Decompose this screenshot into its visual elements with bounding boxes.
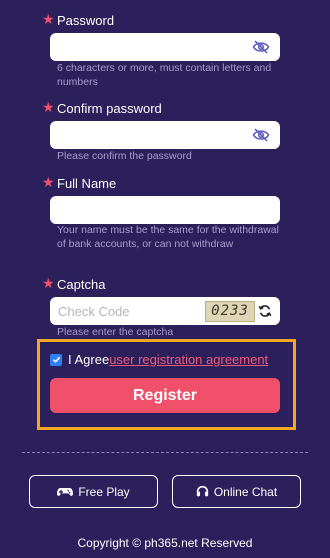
divider: [22, 452, 308, 453]
password-field-wrapper: [50, 33, 280, 61]
confirm-password-label-row: ★ Confirm password: [42, 100, 162, 116]
free-play-button[interactable]: Free Play: [29, 475, 158, 508]
password-label: Password: [57, 13, 115, 28]
full-name-label-row: ★ Full Name: [42, 175, 117, 191]
full-name-hint: Your name must be the same for the withd…: [57, 224, 279, 250]
password-input[interactable]: [50, 33, 200, 61]
copyright-text: Copyright © ph365.net Reserved: [77, 536, 253, 550]
online-chat-button[interactable]: Online Chat: [172, 475, 301, 508]
agreement-prefix: I Agree: [68, 352, 110, 367]
confirm-password-hint: Please confirm the password: [57, 150, 192, 162]
free-play-label: Free Play: [78, 484, 130, 499]
full-name-field-wrapper: [50, 196, 280, 224]
captcha-input[interactable]: [50, 297, 190, 325]
captcha-label: Captcha: [57, 277, 106, 292]
headset-icon: [196, 485, 208, 497]
full-name-label: Full Name: [57, 176, 117, 191]
agreement-checkbox[interactable]: [50, 353, 62, 366]
confirm-password-label: Confirm password: [57, 101, 162, 116]
register-button[interactable]: Register: [50, 378, 280, 413]
required-star-icon: ★: [42, 275, 55, 291]
online-chat-label: Online Chat: [213, 484, 278, 499]
password-hint: 6 characters or more, must contain lette…: [57, 62, 272, 88]
full-name-input[interactable]: [50, 196, 265, 224]
refresh-icon[interactable]: [258, 304, 272, 318]
required-star-icon: ★: [42, 174, 55, 190]
captcha-image[interactable]: 0233: [205, 301, 255, 322]
confirm-password-field-wrapper: [50, 121, 280, 149]
agreement-row: I Agree user registration agreement: [50, 352, 268, 367]
agreement-link[interactable]: user registration agreement: [109, 352, 268, 367]
captcha-field-wrapper: 0233: [50, 297, 280, 325]
captcha-label-row: ★ Captcha: [42, 276, 106, 292]
required-star-icon: ★: [42, 99, 55, 115]
password-label-row: ★ Password: [42, 12, 115, 28]
captcha-hint: Please enter the captcha: [57, 326, 174, 338]
eye-off-icon[interactable]: [252, 39, 270, 55]
eye-off-icon[interactable]: [252, 127, 270, 143]
confirm-password-input[interactable]: [50, 121, 200, 149]
required-star-icon: ★: [42, 11, 55, 27]
check-icon: [52, 356, 60, 363]
gamepad-icon: [57, 487, 74, 496]
